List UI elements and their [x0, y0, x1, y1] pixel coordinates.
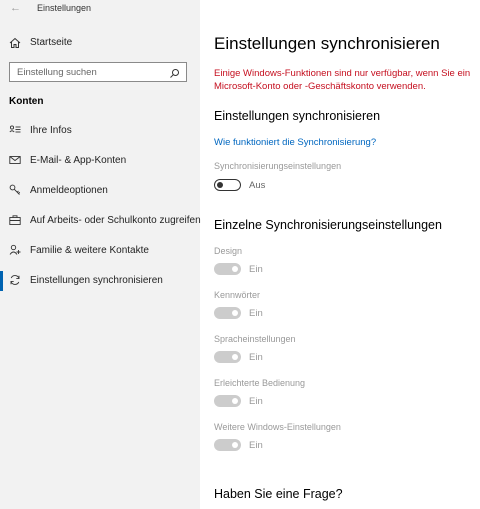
sync-heading: Einstellungen synchronisieren: [214, 109, 381, 123]
design-label: Design: [214, 246, 243, 256]
sidebar-item-label: Ihre Infos: [30, 125, 72, 136]
sidebar-item-sign-in-options[interactable]: Anmeldeoptionen: [0, 181, 200, 201]
toggle-knob: [232, 398, 238, 404]
language-label: Spracheinstellungen: [214, 334, 296, 344]
sync-settings-state: Aus: [249, 180, 266, 191]
other-windows-toggle[interactable]: [214, 439, 241, 451]
passwords-label: Kennwörter: [214, 290, 261, 300]
active-indicator: [0, 271, 3, 291]
sync-settings-toggle[interactable]: [214, 179, 241, 191]
sidebar-item-email-accounts[interactable]: E-Mail- & App-Konten: [0, 151, 200, 171]
sidebar-item-sync-settings[interactable]: Einstellungen synchronisieren: [0, 271, 200, 291]
sidebar-item-label: Auf Arbeits- oder Schulkonto zugreifen: [30, 215, 201, 226]
language-state: Ein: [249, 352, 263, 363]
accessibility-toggle[interactable]: [214, 395, 241, 407]
sidebar-item-label: Familie & weitere Kontakte: [30, 245, 149, 256]
language-toggle[interactable]: [214, 351, 241, 363]
search-input[interactable]: Einstellung suchen: [9, 62, 187, 82]
other-windows-label: Weitere Windows-Einstellungen: [214, 422, 341, 432]
passwords-toggle[interactable]: [214, 307, 241, 319]
page-title: Einstellungen synchronisieren: [214, 34, 440, 53]
home-icon: [9, 37, 21, 49]
design-state: Ein: [249, 264, 263, 275]
toggle-knob: [232, 266, 238, 272]
section-title: Konten: [9, 96, 44, 107]
search-icon[interactable]: [169, 66, 180, 78]
sync-icon: [9, 274, 21, 286]
warning-message: Einige Windows-Funktionen sind nur verfü…: [214, 68, 471, 92]
accessibility-state: Ein: [249, 396, 263, 407]
sidebar-item-home[interactable]: Startseite: [0, 34, 200, 52]
main-content: Einstellungen synchronisieren Einige Win…: [200, 0, 480, 509]
toggle-knob: [217, 181, 223, 188]
sidebar-item-family[interactable]: Familie & weitere Kontakte: [0, 241, 200, 261]
sidebar-item-label: E-Mail- & App-Konten: [30, 155, 127, 166]
sidebar: ← Einstellungen Startseite Einstellung s…: [0, 0, 201, 509]
faq-heading: Haben Sie eine Frage?: [214, 487, 343, 501]
person-add-icon: [9, 244, 21, 256]
mail-icon: [9, 154, 21, 166]
passwords-state: Ein: [249, 308, 263, 319]
search-placeholder: Einstellung suchen: [17, 67, 97, 78]
toggle-knob: [232, 442, 238, 448]
toggle-knob: [232, 310, 238, 316]
help-link[interactable]: Wie funktioniert die Synchronisierung?: [214, 137, 376, 148]
person-card-icon: [9, 124, 21, 136]
design-toggle[interactable]: [214, 263, 241, 275]
app-title: Einstellungen: [37, 3, 92, 13]
individual-heading: Einzelne Synchronisierungseinstellungen: [214, 218, 442, 232]
briefcase-icon: [9, 214, 21, 226]
other-windows-state: Ein: [249, 440, 263, 451]
sync-settings-label: Synchronisierungseinstellungen: [214, 161, 342, 171]
sidebar-item-label: Anmeldeoptionen: [30, 185, 108, 196]
key-icon: [9, 184, 21, 196]
sidebar-item-your-info[interactable]: Ihre Infos: [0, 121, 200, 141]
back-arrow-icon[interactable]: ←: [10, 2, 21, 14]
sidebar-item-work-access[interactable]: Auf Arbeits- oder Schulkonto zugreifen: [0, 211, 201, 231]
title-bar: ← Einstellungen: [0, 0, 200, 20]
toggle-knob: [232, 354, 238, 360]
sidebar-item-label: Startseite: [30, 37, 73, 48]
accessibility-label: Erleichterte Bedienung: [214, 378, 306, 388]
sidebar-item-label: Einstellungen synchronisieren: [30, 275, 163, 286]
